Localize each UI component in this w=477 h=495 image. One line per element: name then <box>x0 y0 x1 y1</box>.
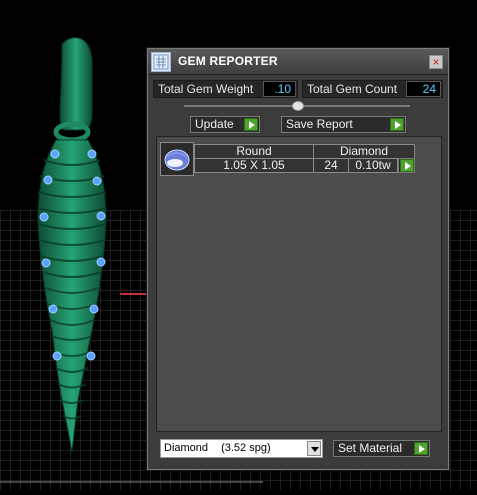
total-gem-weight-value: .10 <box>263 81 296 97</box>
update-label: Update <box>195 117 234 131</box>
gem-list[interactable]: Round Diamond 1.05 X 1.05 24 0.10tw <box>156 136 442 432</box>
set-material-button[interactable]: Set Material <box>333 440 430 457</box>
save-report-button[interactable]: Save Report <box>281 116 406 133</box>
gem-thumb-icon <box>160 142 194 176</box>
total-gem-count-label: Total Gem Count <box>307 82 398 96</box>
set-material-label: Set Material <box>338 441 403 455</box>
gem-weight-cell: 0.10tw <box>348 158 398 173</box>
total-gem-weight-label: Total Gem Weight <box>158 82 254 96</box>
app-icon <box>151 52 171 72</box>
gem-detail-button[interactable] <box>398 158 415 173</box>
total-gem-count-value: 24 <box>406 81 441 97</box>
gem-count-cell: 24 <box>313 158 349 173</box>
gem-size-cell: 1.05 X 1.05 <box>194 158 314 173</box>
dropdown-arrow-icon[interactable] <box>307 441 321 456</box>
gem-reporter-panel: GEM REPORTER × Total Gem Weight .10 Tota… <box>147 48 449 470</box>
save-report-label: Save Report <box>286 117 353 131</box>
gem-row[interactable]: Round Diamond 1.05 X 1.05 24 0.10tw <box>160 142 418 176</box>
material-select[interactable]: Diamond (3.52 spg) <box>160 439 323 458</box>
play-arrow-icon <box>400 159 414 172</box>
play-arrow-icon <box>390 118 404 131</box>
gem-type-cell: Diamond <box>313 144 415 159</box>
update-button[interactable]: Update <box>190 116 260 133</box>
material-name: Diamond <box>164 442 209 454</box>
play-arrow-icon <box>414 442 428 455</box>
play-arrow-icon <box>244 118 258 131</box>
title-bar[interactable]: GEM REPORTER × <box>148 49 448 75</box>
material-spg: (3.52 spg) <box>221 442 271 454</box>
gem-shape-cell: Round <box>194 144 314 159</box>
window-title: GEM REPORTER <box>178 54 278 68</box>
close-icon[interactable]: × <box>429 55 443 69</box>
collapse-icon[interactable] <box>292 101 304 111</box>
